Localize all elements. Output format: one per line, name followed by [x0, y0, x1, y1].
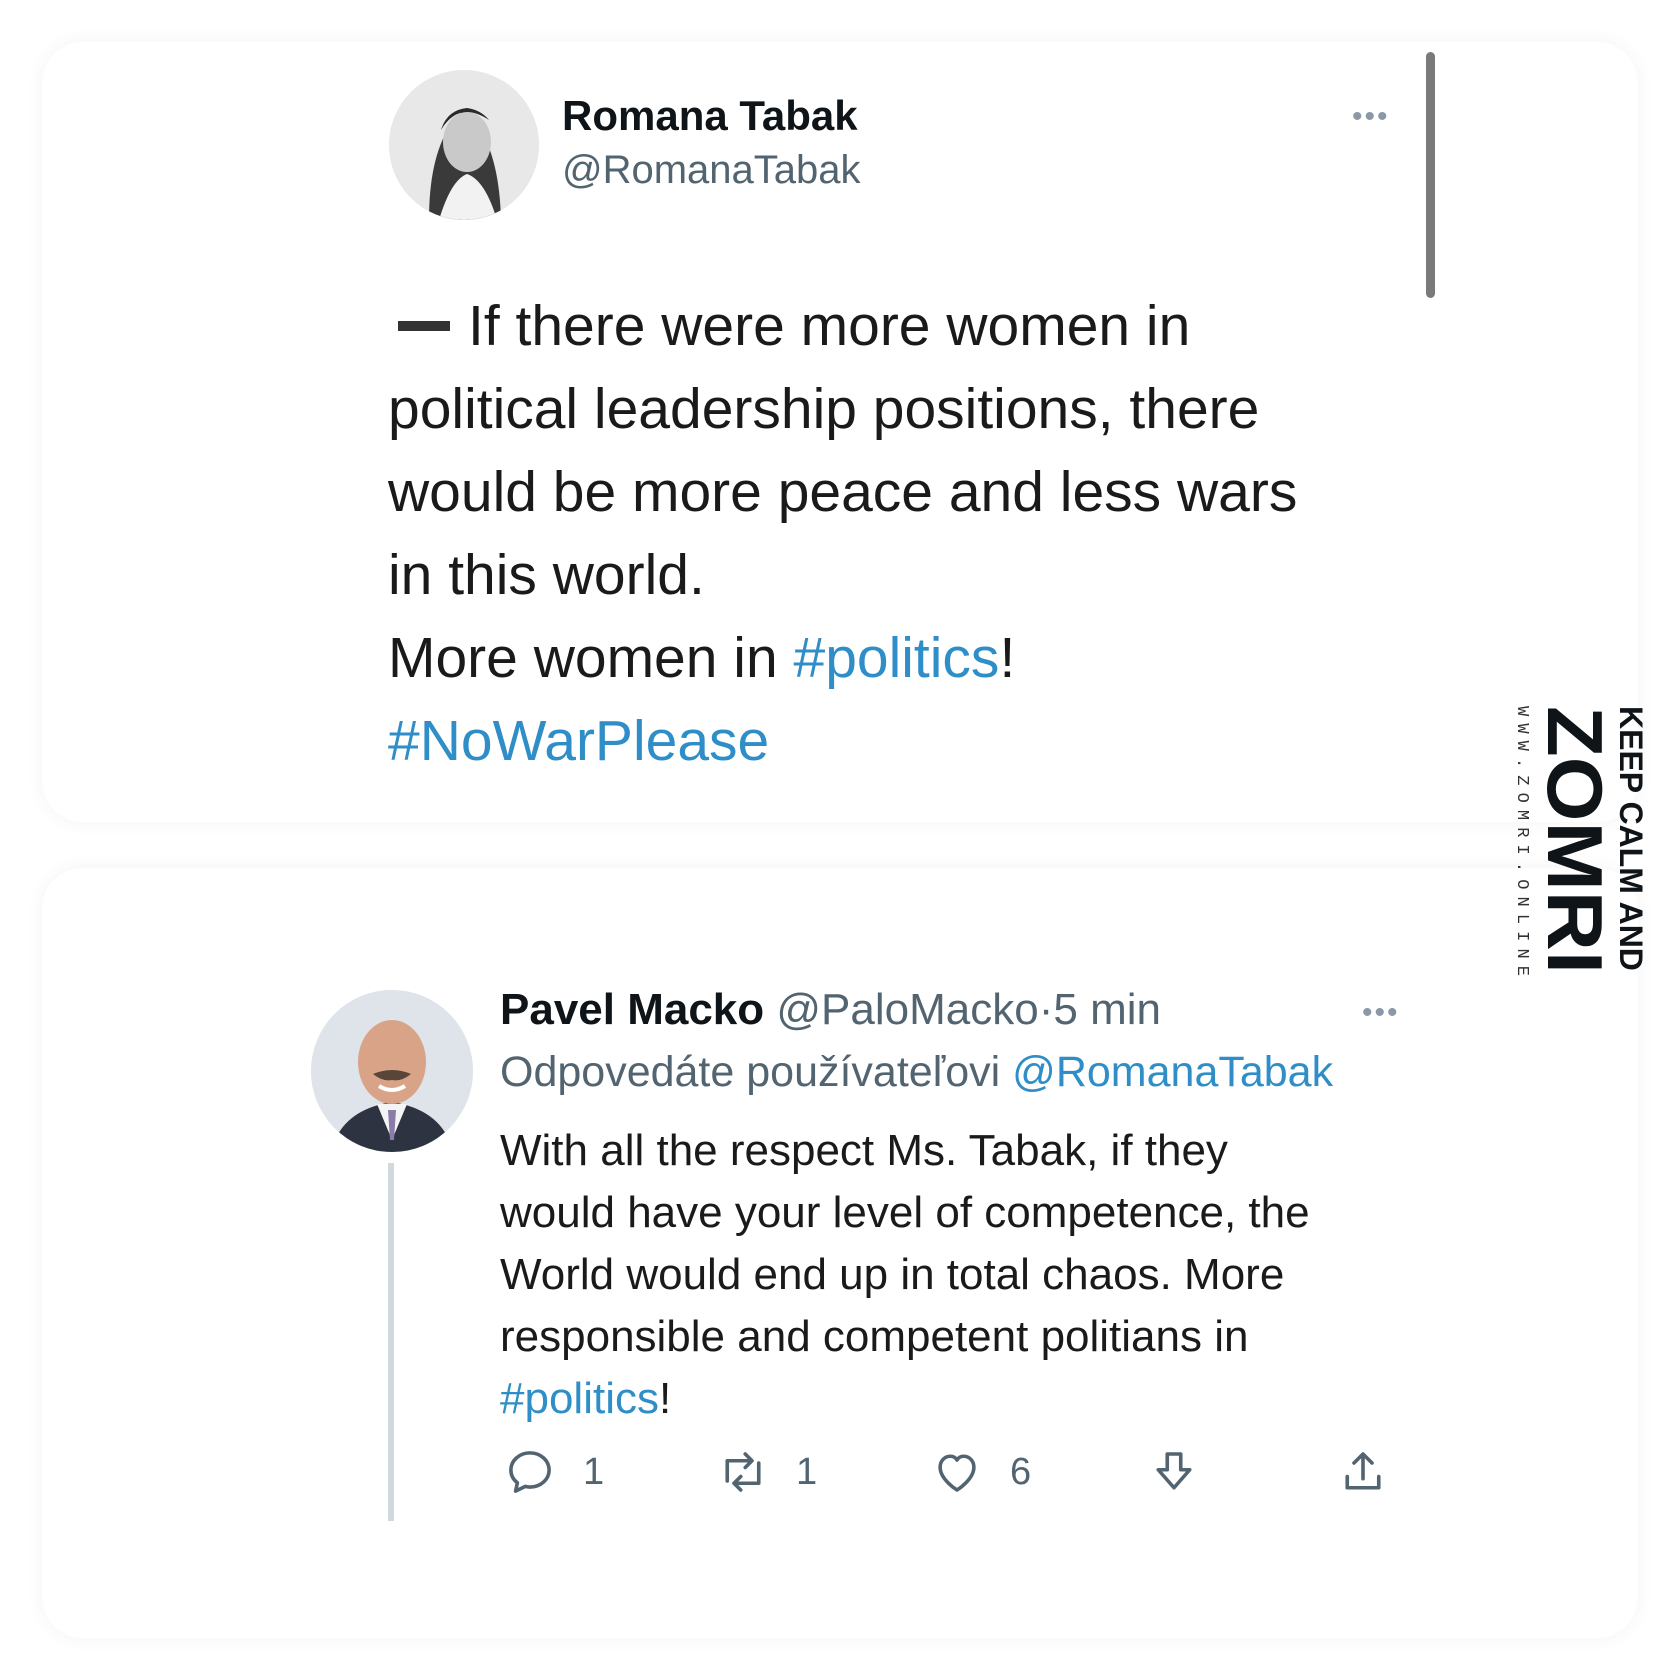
tweet-text: If there were more women in political le… — [388, 285, 1408, 783]
comment-icon — [509, 1451, 551, 1493]
romana-avatar[interactable] — [389, 70, 539, 220]
separator: · — [1038, 985, 1054, 1034]
reply-line: would have your level of competence, the — [500, 1188, 1310, 1237]
heart-icon — [938, 1454, 976, 1492]
retweet-button[interactable]: 1 — [716, 1445, 817, 1499]
reply-header: Pavel Macko @PaloMacko·5 min — [500, 985, 1161, 1035]
retweet-count: 1 — [796, 1450, 818, 1493]
zomri-watermark-logo: KEEP CALM AND ZOMRI WWW.ZOMRI.ONLINE — [1512, 706, 1648, 976]
tweet-line: in this world. — [388, 543, 705, 607]
hashtag-link[interactable]: #NoWarPlease — [388, 700, 1408, 783]
dash-icon — [398, 320, 450, 331]
replying-label: Odpovedáte používateľovi — [500, 1048, 1001, 1096]
download-arrow-icon — [1156, 1452, 1192, 1490]
reply-count: 1 — [583, 1450, 605, 1493]
thread-line — [388, 1163, 394, 1521]
author-handle[interactable]: @PaloMacko — [776, 985, 1038, 1034]
share-icon — [1345, 1452, 1381, 1490]
author-name[interactable]: Romana Tabak — [562, 92, 858, 140]
author-name[interactable]: Pavel Macko — [500, 985, 764, 1034]
reply-line: World would end up in total chaos. More — [500, 1250, 1285, 1299]
watermark-url: WWW.ZOMRI.ONLINE — [1512, 706, 1531, 976]
tweet-line: If there were more women in — [468, 294, 1191, 358]
share-button[interactable] — [1336, 1445, 1390, 1499]
retweet-icon — [725, 1452, 761, 1492]
watermark-logo-text: ZOMRI — [1531, 706, 1619, 974]
reply-button[interactable]: 1 — [503, 1445, 604, 1499]
reply-line: responsible and competent politians in — [500, 1312, 1249, 1361]
reply-punctuation: ! — [658, 1374, 672, 1423]
more-horizontal-icon[interactable]: ••• — [1352, 102, 1390, 132]
tweet-punctuation: ! — [999, 626, 1016, 690]
download-button[interactable] — [1147, 1445, 1201, 1499]
tweet-line: political leadership positions, there — [388, 377, 1260, 441]
hashtag-link[interactable]: #politics — [794, 626, 1000, 690]
tweet-line: would be more peace and less wars — [388, 460, 1298, 524]
scrollbar[interactable] — [1426, 52, 1435, 298]
tweet-line: More women in — [388, 626, 794, 690]
pavel-avatar[interactable] — [311, 990, 473, 1152]
like-count: 6 — [1010, 1450, 1032, 1493]
like-button[interactable]: 6 — [930, 1445, 1031, 1499]
reply-line: With all the respect Ms. Tabak, if they — [500, 1126, 1228, 1175]
timestamp[interactable]: 5 min — [1053, 985, 1161, 1034]
more-horizontal-icon[interactable]: ••• — [1362, 998, 1400, 1028]
reply-text: With all the respect Ms. Tabak, if they … — [500, 1120, 1430, 1430]
replying-to: Odpovedáte používateľovi @RomanaTabak — [500, 1048, 1333, 1097]
author-handle[interactable]: @RomanaTabak — [562, 148, 861, 193]
mention-link[interactable]: @RomanaTabak — [1012, 1048, 1333, 1096]
hashtag-link[interactable]: #politics — [500, 1374, 659, 1423]
